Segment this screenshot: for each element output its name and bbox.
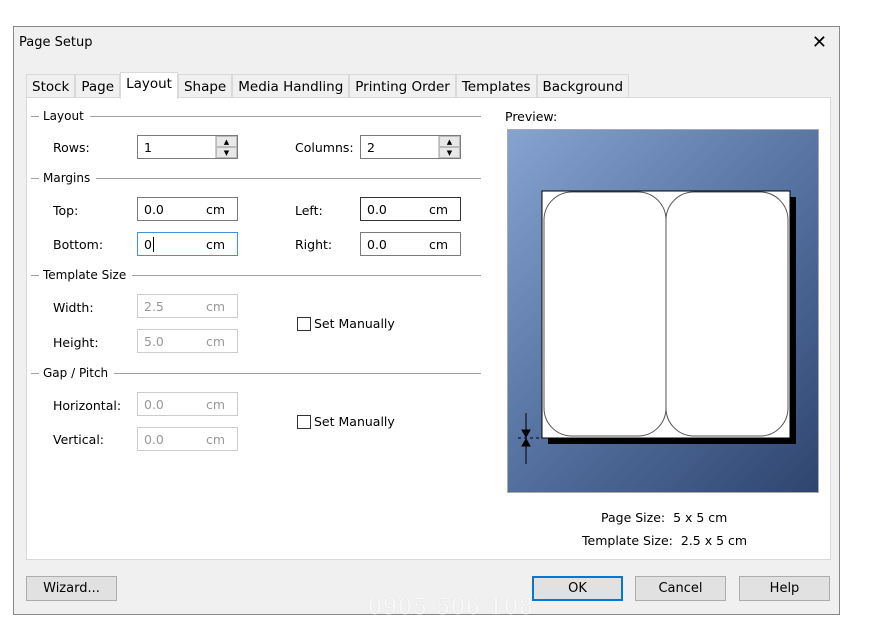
window-title: Page Setup bbox=[19, 35, 93, 50]
value: 5.0 bbox=[144, 334, 164, 349]
unit: cm bbox=[206, 397, 226, 412]
rows-value: 1 bbox=[144, 140, 152, 155]
vertical-gap-input[interactable]: 0.0 cm bbox=[137, 427, 238, 451]
margins-section: Margins bbox=[31, 171, 481, 185]
height-label: Height: bbox=[53, 335, 99, 350]
template-2 bbox=[665, 191, 789, 437]
cancel-button[interactable]: Cancel bbox=[635, 576, 726, 601]
value: 2.5 bbox=[144, 299, 164, 314]
close-icon[interactable]: ✕ bbox=[812, 32, 827, 53]
spin-up-icon[interactable]: ▲ bbox=[439, 136, 460, 147]
section-title: Margins bbox=[43, 171, 91, 185]
top-margin-input[interactable]: 0.0 cm bbox=[137, 197, 238, 221]
layout-preview bbox=[507, 129, 819, 493]
columns-value: 2 bbox=[367, 140, 375, 155]
section-title: Gap / Pitch bbox=[43, 366, 109, 380]
gap-pitch-section: Gap / Pitch bbox=[31, 366, 481, 380]
tab-stock[interactable]: Stock bbox=[26, 74, 76, 98]
right-margin-input[interactable]: 0.0 cm bbox=[360, 232, 461, 256]
columns-label: Columns: bbox=[295, 140, 354, 155]
horizontal-gap-input[interactable]: 0.0 cm bbox=[137, 392, 238, 416]
tab-templates[interactable]: Templates bbox=[455, 74, 537, 98]
value: 0 bbox=[144, 237, 152, 252]
value: 0.0 bbox=[367, 237, 387, 252]
unit: cm bbox=[206, 432, 226, 447]
width-input[interactable]: 2.5 cm bbox=[137, 294, 238, 318]
tab-background[interactable]: Background bbox=[536, 74, 630, 98]
tab-layout[interactable]: Layout bbox=[120, 72, 178, 99]
checkbox-label: Set Manually bbox=[314, 316, 395, 331]
unit: cm bbox=[206, 237, 226, 252]
spin-down-icon[interactable]: ▼ bbox=[216, 147, 237, 158]
template-size-section: Template Size bbox=[31, 268, 481, 282]
unit: cm bbox=[206, 202, 226, 217]
unit: cm bbox=[206, 334, 226, 349]
watermark: 0905 506 108 bbox=[368, 595, 534, 620]
value: 0.0 bbox=[367, 202, 387, 217]
unit: cm bbox=[206, 299, 226, 314]
rows-stepper[interactable]: 1 ▲ ▼ bbox=[137, 135, 238, 159]
horizontal-label: Horizontal: bbox=[53, 398, 122, 413]
tab-shape[interactable]: Shape bbox=[177, 74, 233, 98]
height-input[interactable]: 5.0 cm bbox=[137, 329, 238, 353]
right-label: Right: bbox=[295, 237, 333, 252]
width-label: Width: bbox=[53, 300, 94, 315]
ok-button[interactable]: OK bbox=[532, 576, 623, 601]
bottom-margin-input[interactable]: 0 cm bbox=[137, 232, 238, 256]
value: 0.0 bbox=[144, 432, 164, 447]
left-margin-input[interactable]: 0.0 cm bbox=[360, 197, 461, 221]
page-size-text: Page Size: 5 x 5 cm bbox=[601, 510, 728, 525]
value: 0.0 bbox=[144, 397, 164, 412]
tab-bar: Stock Page Layout Shape Media Handling P… bbox=[26, 72, 630, 99]
left-label: Left: bbox=[295, 203, 323, 218]
layout-section: Layout bbox=[31, 109, 481, 123]
unit: cm bbox=[429, 237, 449, 252]
tab-media-handling[interactable]: Media Handling bbox=[232, 74, 350, 98]
section-title: Template Size bbox=[43, 268, 127, 282]
tab-page[interactable]: Page bbox=[75, 74, 121, 98]
checkbox-label: Set Manually bbox=[314, 414, 395, 429]
help-button[interactable]: Help bbox=[739, 576, 830, 601]
preview-drawing bbox=[518, 190, 796, 464]
template-size-text: Template Size: 2.5 x 5 cm bbox=[582, 533, 748, 548]
wizard-button[interactable]: Wizard... bbox=[26, 576, 117, 601]
vertical-label: Vertical: bbox=[53, 432, 105, 447]
unit: cm bbox=[429, 202, 449, 217]
tab-printing-order[interactable]: Printing Order bbox=[349, 74, 456, 98]
gap-set-manually-checkbox[interactable]: Set Manually bbox=[297, 414, 395, 429]
template-1 bbox=[543, 191, 667, 437]
rows-label: Rows: bbox=[53, 140, 90, 155]
template-set-manually-checkbox[interactable]: Set Manually bbox=[297, 316, 395, 331]
layout-panel: Layout Rows: 1 ▲ ▼ Columns: 2 ▲ ▼ Margins To… bbox=[26, 97, 831, 560]
spin-up-icon[interactable]: ▲ bbox=[216, 136, 237, 147]
page-setup-dialog: Page Setup ✕ Stock Page Layout Shape Med… bbox=[13, 26, 840, 615]
bottom-label: Bottom: bbox=[53, 237, 104, 252]
top-label: Top: bbox=[53, 203, 79, 218]
columns-stepper[interactable]: 2 ▲ ▼ bbox=[360, 135, 461, 159]
margin-arrows-icon bbox=[518, 413, 541, 464]
section-title: Layout bbox=[43, 109, 84, 123]
value: 0.0 bbox=[144, 202, 164, 217]
preview-label: Preview: bbox=[505, 109, 558, 124]
spin-down-icon[interactable]: ▼ bbox=[439, 147, 460, 158]
